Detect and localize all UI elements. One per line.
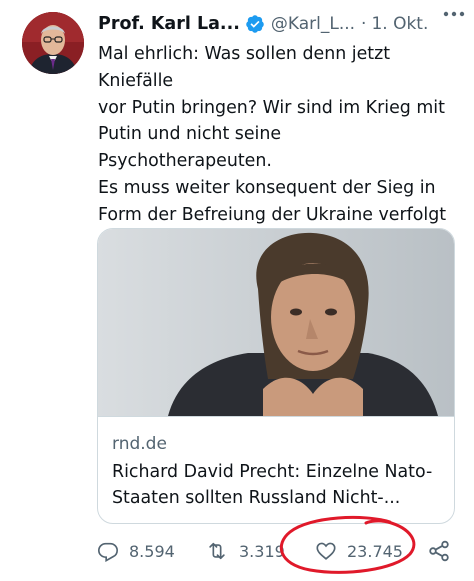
like-button[interactable]: 23.745 — [315, 537, 403, 565]
retweet-button[interactable]: 3.319 — [205, 537, 285, 565]
author-avatar[interactable] — [22, 12, 84, 74]
retweet-count: 3.319 — [239, 541, 285, 561]
reply-button[interactable]: 8.594 — [97, 537, 175, 565]
heart-icon — [315, 540, 337, 562]
reply-count: 8.594 — [129, 541, 175, 561]
link-title: Richard David Precht: Einzelne Nato- Sta… — [112, 462, 433, 508]
link-preview-card[interactable]: rnd.de Richard David Precht: Einzelne Na… — [97, 228, 455, 524]
author-name[interactable]: Prof. Karl La... — [98, 14, 240, 34]
tweet-action-bar: 8.594 3.319 23.745 — [97, 537, 463, 565]
avatar-portrait — [22, 12, 84, 74]
link-preview-image — [98, 229, 454, 417]
retweet-icon — [205, 540, 229, 562]
verified-badge-icon[interactable] — [245, 14, 265, 34]
reply-icon — [97, 540, 119, 562]
link-domain: rnd.de — [112, 434, 167, 454]
tweet-header: Prof. Karl La... @Karl_L... · 1. Okt. — [98, 10, 462, 38]
share-button[interactable] — [427, 537, 451, 565]
share-icon — [427, 539, 451, 563]
like-count: 23.745 — [347, 541, 403, 561]
header-separator: · — [361, 14, 367, 34]
tweet-date[interactable]: 1. Okt. — [371, 14, 428, 34]
author-handle[interactable]: @Karl_L... — [271, 14, 355, 34]
more-options-icon[interactable] — [440, 4, 468, 24]
